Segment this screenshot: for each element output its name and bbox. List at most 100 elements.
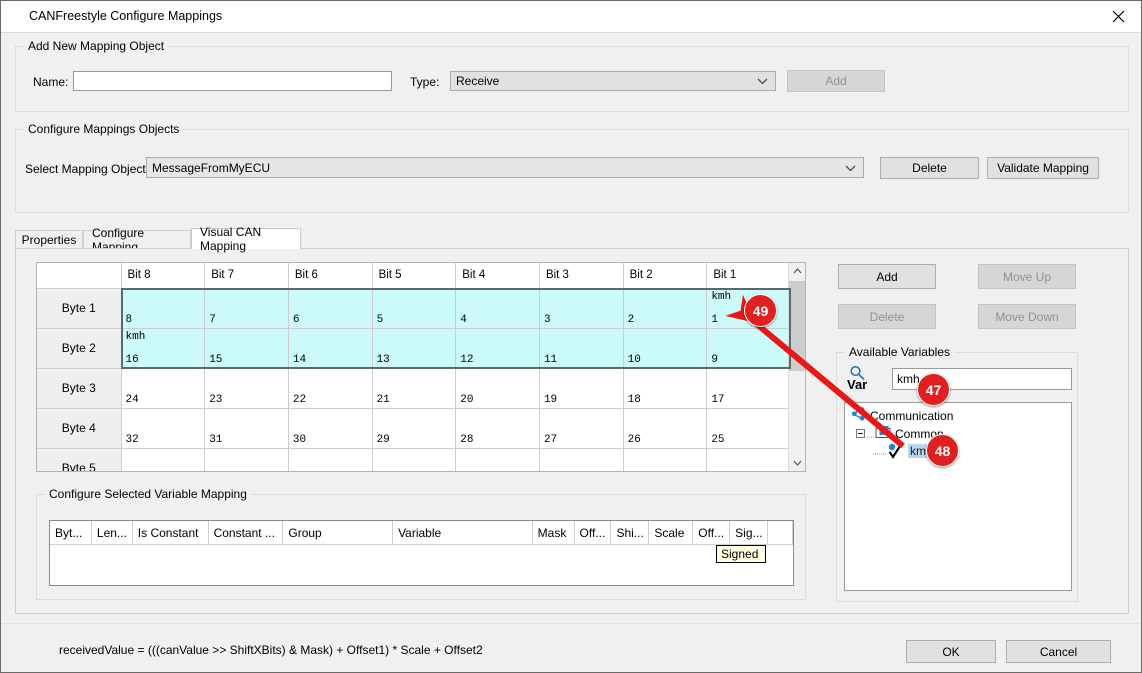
can-grid-cell[interactable]: 13 <box>372 328 456 368</box>
can-grid-cell[interactable]: 26 <box>623 408 707 448</box>
can-grid-cell[interactable]: 15 <box>205 328 289 368</box>
add-variable-button[interactable]: Add <box>838 264 936 289</box>
column-header-filler[interactable] <box>768 521 793 544</box>
move-down-button[interactable]: Move Down <box>978 304 1076 329</box>
column-header-length[interactable]: Len... <box>92 521 133 544</box>
can-grid-cell[interactable]: 11 <box>539 328 623 368</box>
can-grid-cell[interactable]: 4 <box>456 288 540 328</box>
cell-bit-number: 29 <box>377 434 390 446</box>
add-mapping-button[interactable]: Add <box>787 70 885 92</box>
tree-node-communication[interactable]: Communication <box>851 407 953 424</box>
select-mapping-object-dropdown[interactable]: MessageFromMyECU <box>146 157 864 178</box>
column-header-group[interactable]: Group <box>283 521 393 544</box>
column-header-signed[interactable]: Sig... <box>730 521 768 544</box>
can-grid-cell[interactable]: 33 <box>707 448 791 472</box>
can-grid-cell[interactable]: 22 <box>288 368 372 408</box>
cell-bit-number: 2 <box>628 314 635 326</box>
delete-mapping-button[interactable]: Delete <box>880 157 979 179</box>
can-grid-cell[interactable]: 23 <box>205 368 289 408</box>
ok-button[interactable]: OK <box>906 640 996 663</box>
can-grid-row-label: Byte 5 <box>37 448 121 472</box>
scroll-down-icon[interactable] <box>789 455 805 471</box>
can-grid-cell[interactable]: 37 <box>372 448 456 472</box>
type-dropdown[interactable]: Receive <box>450 71 776 91</box>
column-header-shift[interactable]: Shi... <box>611 521 649 544</box>
can-grid-cell[interactable]: 30 <box>288 408 372 448</box>
can-grid-cell[interactable]: 40 <box>121 448 205 472</box>
close-icon[interactable] <box>1095 1 1141 31</box>
cancel-button[interactable]: Cancel <box>1006 640 1111 663</box>
annotation-marker-49: 49 <box>744 294 777 327</box>
column-header-constant[interactable]: Constant ... <box>209 521 284 544</box>
column-header-is-constant[interactable]: Is Constant <box>133 521 209 544</box>
tab-configure-mapping[interactable]: Configure Mapping <box>83 230 191 248</box>
move-up-button[interactable]: Move Up <box>978 264 1076 289</box>
can-grid-cell[interactable]: 29 <box>372 408 456 448</box>
add-new-mapping-legend: Add New Mapping Object <box>24 39 168 53</box>
delete-variable-button[interactable]: Delete <box>838 304 936 329</box>
cell-bit-number: 23 <box>209 394 222 406</box>
scroll-up-icon[interactable] <box>789 263 805 279</box>
can-grid-cell[interactable]: 25 <box>707 408 791 448</box>
can-grid-cell[interactable]: 34 <box>623 448 707 472</box>
annotation-marker-47: 47 <box>917 373 950 406</box>
title-bar: CANFreestyle Configure Mappings <box>1 1 1141 33</box>
can-grid-cell[interactable]: 20 <box>456 368 540 408</box>
can-grid-cell[interactable]: 3 <box>539 288 623 328</box>
can-grid-cell[interactable]: 31 <box>205 408 289 448</box>
can-grid-cell[interactable]: 8 <box>121 288 205 328</box>
column-header-mask[interactable]: Mask <box>533 521 575 544</box>
can-grid-cell[interactable]: 36 <box>456 448 540 472</box>
can-grid-cell[interactable]: 18 <box>623 368 707 408</box>
can-grid-cell[interactable]: 28 <box>456 408 540 448</box>
can-grid-cell[interactable]: 7 <box>205 288 289 328</box>
expander-minus-icon[interactable] <box>856 427 865 441</box>
tab-visual-can-mapping[interactable]: Visual CAN Mapping <box>191 228 301 249</box>
cell-bit-number: 4 <box>460 314 467 326</box>
can-grid-cell[interactable]: 32 <box>121 408 205 448</box>
can-grid-cell[interactable]: 39 <box>205 448 289 472</box>
can-grid-row: Byte 4 32 31 30 29 28 27 26 25 <box>37 408 791 448</box>
validate-mapping-button[interactable]: Validate Mapping <box>987 157 1099 179</box>
can-grid-cell[interactable]: 10 <box>623 328 707 368</box>
can-grid-cell[interactable]: 38 <box>288 448 372 472</box>
column-header-scale[interactable]: Scale <box>649 521 693 544</box>
column-header-variable[interactable]: Variable <box>393 521 533 544</box>
dotted-connector-icon <box>873 444 887 458</box>
can-bit-grid[interactable]: Bit 8 Bit 7 Bit 6 Bit 5 Bit 4 Bit 3 Bit … <box>36 262 806 472</box>
available-variables-tree[interactable]: Communication V Common <box>844 402 1072 591</box>
can-grid-row: Byte 5 40 39 38 37 36 35 34 33 <box>37 448 791 472</box>
can-grid-cell[interactable]: 6 <box>288 288 372 328</box>
can-grid-cell[interactable]: 14 <box>288 328 372 368</box>
select-mapping-object-label: Select Mapping Object: <box>25 162 149 176</box>
cell-bit-number: 6 <box>293 314 300 326</box>
can-grid-cell[interactable]: 5 <box>372 288 456 328</box>
name-input[interactable] <box>73 71 392 91</box>
can-grid-cell[interactable]: 12 <box>456 328 540 368</box>
can-grid-cell[interactable]: 24 <box>121 368 205 408</box>
can-grid-cell[interactable]: 27 <box>539 408 623 448</box>
cell-bit-number: 26 <box>628 434 641 446</box>
can-grid-cell[interactable]: 2 <box>623 288 707 328</box>
name-label: Name: <box>33 75 68 89</box>
can-grid-cell[interactable]: 17 <box>707 368 791 408</box>
can-grid-cell[interactable]: 21 <box>372 368 456 408</box>
column-header-offset2[interactable]: Off... <box>693 521 730 544</box>
can-grid-cell[interactable]: 35 <box>539 448 623 472</box>
can-grid-cell[interactable]: 19 <box>539 368 623 408</box>
can-grid-cell[interactable]: kmh16 <box>121 328 205 368</box>
variable-check-icon <box>887 443 905 459</box>
scrollbar-thumb[interactable] <box>789 281 805 371</box>
column-header-byte[interactable]: Byt... <box>50 521 92 544</box>
footer-separator <box>1 623 1141 624</box>
cell-bit-number: 27 <box>544 434 557 446</box>
column-header-offset1[interactable]: Off... <box>575 521 612 544</box>
can-grid-vertical-scrollbar[interactable] <box>788 263 805 471</box>
can-grid-cell[interactable]: 9 <box>707 328 791 368</box>
can-grid-col-bit3: Bit 3 <box>539 263 623 288</box>
can-grid-col-bit8: Bit 8 <box>121 263 205 288</box>
configure-selected-variable-table[interactable]: Byt... Len... Is Constant Constant ... G… <box>49 520 794 586</box>
cell-bit-number: 19 <box>544 394 557 406</box>
formula-text: receivedValue = (((canValue >> ShiftXBit… <box>59 643 483 657</box>
tab-properties[interactable]: Properties <box>15 230 83 248</box>
